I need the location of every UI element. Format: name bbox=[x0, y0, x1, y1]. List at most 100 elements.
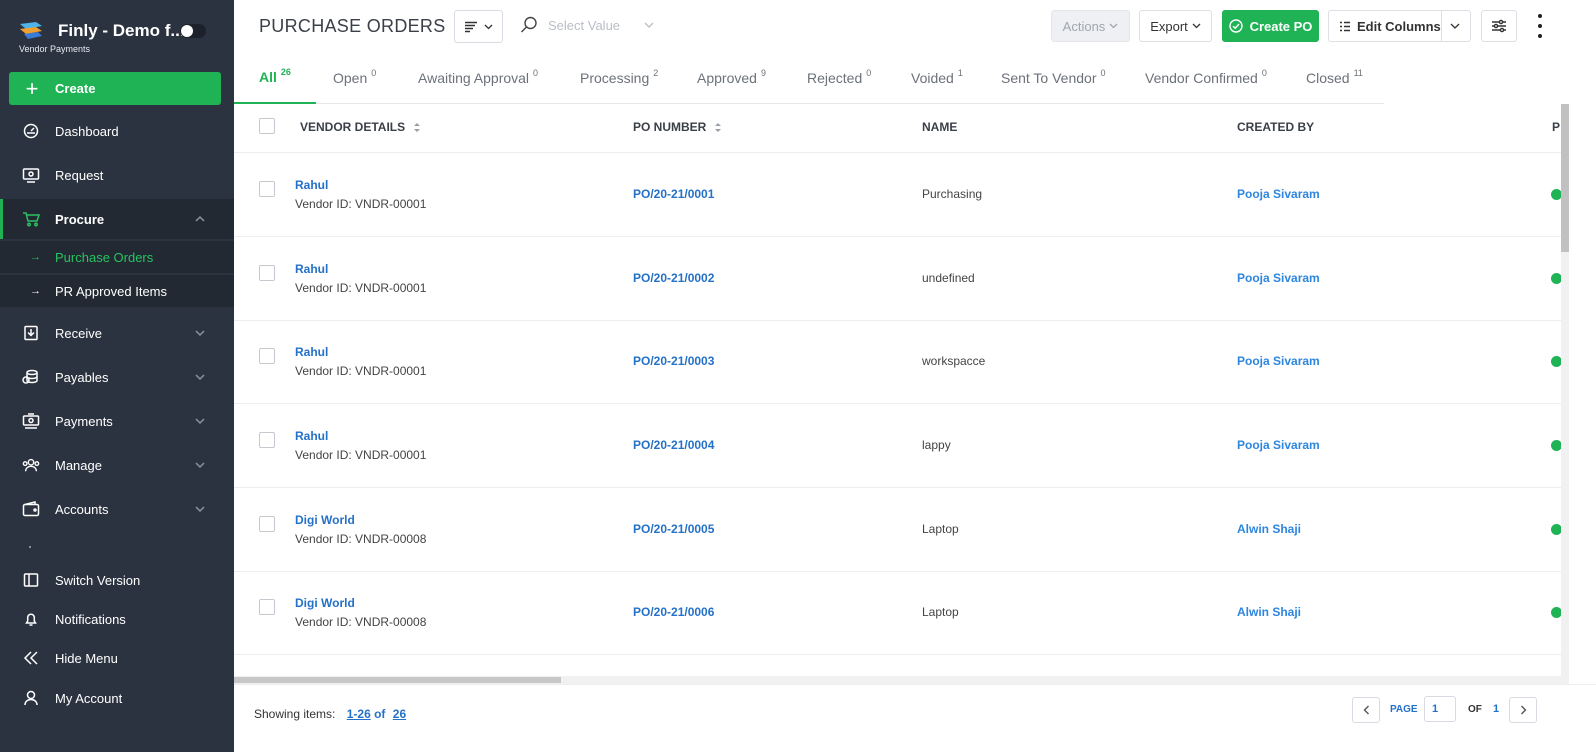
table-row[interactable]: Digi World Vendor ID: VNDR-00008 PO/20-2… bbox=[234, 488, 1562, 572]
export-button[interactable]: Export bbox=[1139, 10, 1212, 42]
scrollbar-thumb[interactable] bbox=[234, 677, 561, 683]
created-by-link[interactable]: Pooja Sivaram bbox=[1237, 187, 1320, 201]
sidebar-item-label: Notifications bbox=[55, 611, 126, 627]
page-title: PURCHASE ORDERS bbox=[259, 16, 446, 36]
vendor-name-link[interactable]: Rahul bbox=[295, 345, 328, 359]
tab-count: 11 bbox=[1353, 68, 1363, 78]
tab-vendor-confirmed[interactable]: Vendor Confirmed 0 bbox=[1145, 52, 1267, 104]
finly-logo-icon bbox=[20, 22, 42, 39]
tab-open[interactable]: Open 0 bbox=[333, 52, 376, 104]
created-by-link[interactable]: Alwin Shaji bbox=[1237, 522, 1301, 536]
tab-awaiting-approval[interactable]: Awaiting Approval 0 bbox=[418, 52, 538, 104]
sidebar-item-notifications[interactable]: Notifications bbox=[0, 599, 234, 639]
tab-voided[interactable]: Voided 1 bbox=[911, 52, 963, 104]
vendor-name-link[interactable]: Rahul bbox=[295, 429, 328, 443]
edit-columns-button[interactable]: Edit Columns bbox=[1328, 10, 1471, 42]
sidebar-item-accounts[interactable]: Accounts bbox=[0, 489, 234, 529]
table-row[interactable]: Rahul Vendor ID: VNDR-00001 PO/20-21/000… bbox=[234, 237, 1562, 321]
tab-label: Voided bbox=[911, 70, 954, 86]
created-by-link[interactable]: Pooja Sivaram bbox=[1237, 438, 1320, 452]
sidebar-item-my-account[interactable]: My Account bbox=[0, 678, 234, 718]
table-row[interactable]: Rahul Vendor ID: VNDR-00001 PO/20-21/000… bbox=[234, 320, 1562, 404]
column-header-truncated[interactable]: P bbox=[1552, 120, 1560, 134]
search-input[interactable] bbox=[548, 17, 644, 33]
vendor-name-link[interactable]: Rahul bbox=[295, 178, 328, 192]
sidebar-item-payments[interactable]: Payments bbox=[0, 401, 234, 441]
table-row[interactable]: Rahul Vendor ID: VNDR-00001 PO/20-21/000… bbox=[234, 404, 1562, 488]
tab-sent-to-vendor[interactable]: Sent To Vendor 0 bbox=[1001, 52, 1106, 104]
sidebar-subitem-pr-approved-items[interactable]: → PR Approved Items bbox=[0, 275, 234, 307]
tab-count: 1 bbox=[957, 68, 963, 78]
row-checkbox[interactable] bbox=[259, 265, 275, 281]
column-header-po-number[interactable]: PO NUMBER bbox=[633, 120, 722, 134]
tab-approved[interactable]: Approved 9 bbox=[697, 52, 766, 104]
po-number-link[interactable]: PO/20-21/0005 bbox=[633, 522, 714, 536]
sort-icon bbox=[414, 122, 421, 132]
create-po-button[interactable]: Create PO bbox=[1222, 10, 1319, 42]
create-po-label: Create PO bbox=[1249, 18, 1313, 34]
showing-total[interactable]: 26 bbox=[393, 707, 406, 721]
chevron-down-icon bbox=[1192, 23, 1201, 29]
page-number-input[interactable] bbox=[1424, 696, 1456, 722]
column-header-created-by[interactable]: CREATED BY bbox=[1237, 120, 1314, 134]
double-chevron-left-icon bbox=[22, 649, 40, 667]
row-checkbox[interactable] bbox=[259, 516, 275, 532]
view-filter-button[interactable] bbox=[454, 10, 503, 43]
table-row[interactable]: Rahul Vendor ID: VNDR-00001 PO/20-21/000… bbox=[234, 153, 1562, 237]
horizontal-scrollbar[interactable] bbox=[234, 676, 1562, 684]
vendor-name-link[interactable]: Digi World bbox=[295, 596, 355, 610]
chevron-up-icon bbox=[195, 215, 205, 222]
sidebar-item-manage[interactable]: Manage bbox=[0, 445, 234, 485]
po-number-link[interactable]: PO/20-21/0002 bbox=[633, 271, 714, 285]
page-total: 1 bbox=[1493, 703, 1500, 715]
sidebar-item-receive[interactable]: Receive bbox=[0, 313, 234, 353]
column-header-name[interactable]: NAME bbox=[922, 120, 957, 134]
sidebar-item-hide-menu[interactable]: Hide Menu bbox=[0, 638, 234, 678]
tab-processing[interactable]: Processing 2 bbox=[580, 52, 658, 104]
created-by-link[interactable]: Alwin Shaji bbox=[1237, 605, 1301, 619]
vendor-id: Vendor ID: VNDR-00001 bbox=[295, 448, 427, 462]
po-number-link[interactable]: PO/20-21/0001 bbox=[633, 187, 714, 201]
chevron-down-icon[interactable] bbox=[1450, 23, 1460, 29]
created-by-link[interactable]: Pooja Sivaram bbox=[1237, 271, 1320, 285]
search-field[interactable] bbox=[520, 14, 660, 36]
select-all-checkbox[interactable] bbox=[259, 118, 275, 134]
prev-page-button[interactable] bbox=[1352, 697, 1380, 723]
sidebar-item-switch-version[interactable]: Switch Version bbox=[0, 560, 234, 600]
tab-closed[interactable]: Closed 11 bbox=[1306, 52, 1363, 104]
po-name: lappy bbox=[922, 438, 951, 452]
theme-toggle[interactable] bbox=[180, 24, 206, 38]
sidebar-item-payables[interactable]: Payables bbox=[0, 357, 234, 397]
row-checkbox[interactable] bbox=[259, 181, 275, 197]
po-number-link[interactable]: PO/20-21/0003 bbox=[633, 354, 714, 368]
table-row[interactable]: Digi World Vendor ID: VNDR-00008 PO/20-2… bbox=[234, 571, 1562, 655]
table-settings-button[interactable] bbox=[1481, 10, 1517, 42]
column-header-vendor-details[interactable]: VENDOR DETAILS bbox=[300, 120, 421, 134]
vertical-scrollbar[interactable] bbox=[1561, 104, 1569, 684]
sidebar-item-label: Procure bbox=[55, 211, 105, 227]
sidebar-item-dashboard[interactable]: Dashboard bbox=[0, 111, 234, 151]
vendor-name-link[interactable]: Rahul bbox=[295, 262, 328, 276]
sidebar-item-label: Hide Menu bbox=[55, 650, 118, 666]
po-number-link[interactable]: PO/20-21/0004 bbox=[633, 438, 714, 452]
next-page-button[interactable] bbox=[1509, 697, 1537, 723]
sidebar-item-request[interactable]: Request bbox=[0, 155, 234, 195]
tab-all[interactable]: All 26 bbox=[234, 52, 316, 104]
tab-rejected[interactable]: Rejected 0 bbox=[807, 52, 871, 104]
create-button[interactable]: + Create bbox=[9, 72, 221, 105]
more-options-icon[interactable] bbox=[1535, 14, 1545, 38]
workspace-title[interactable]: Finly - Demo f... bbox=[58, 21, 185, 41]
row-checkbox[interactable] bbox=[259, 348, 275, 364]
scrollbar-thumb[interactable] bbox=[1561, 104, 1569, 252]
vendor-name-link[interactable]: Digi World bbox=[295, 513, 355, 527]
row-checkbox[interactable] bbox=[259, 599, 275, 615]
sidebar-subitem-label: PR Approved Items bbox=[55, 283, 167, 299]
po-number-link[interactable]: PO/20-21/0006 bbox=[633, 605, 714, 619]
showing-range[interactable]: 1-26 bbox=[347, 707, 371, 721]
tab-label: Open bbox=[333, 70, 368, 86]
row-checkbox[interactable] bbox=[259, 432, 275, 448]
actions-button[interactable]: Actions bbox=[1051, 10, 1130, 42]
created-by-link[interactable]: Pooja Sivaram bbox=[1237, 354, 1320, 368]
sidebar-subitem-purchase-orders[interactable]: → Purchase Orders bbox=[0, 241, 234, 273]
sidebar-item-procure[interactable]: Procure bbox=[0, 199, 234, 239]
